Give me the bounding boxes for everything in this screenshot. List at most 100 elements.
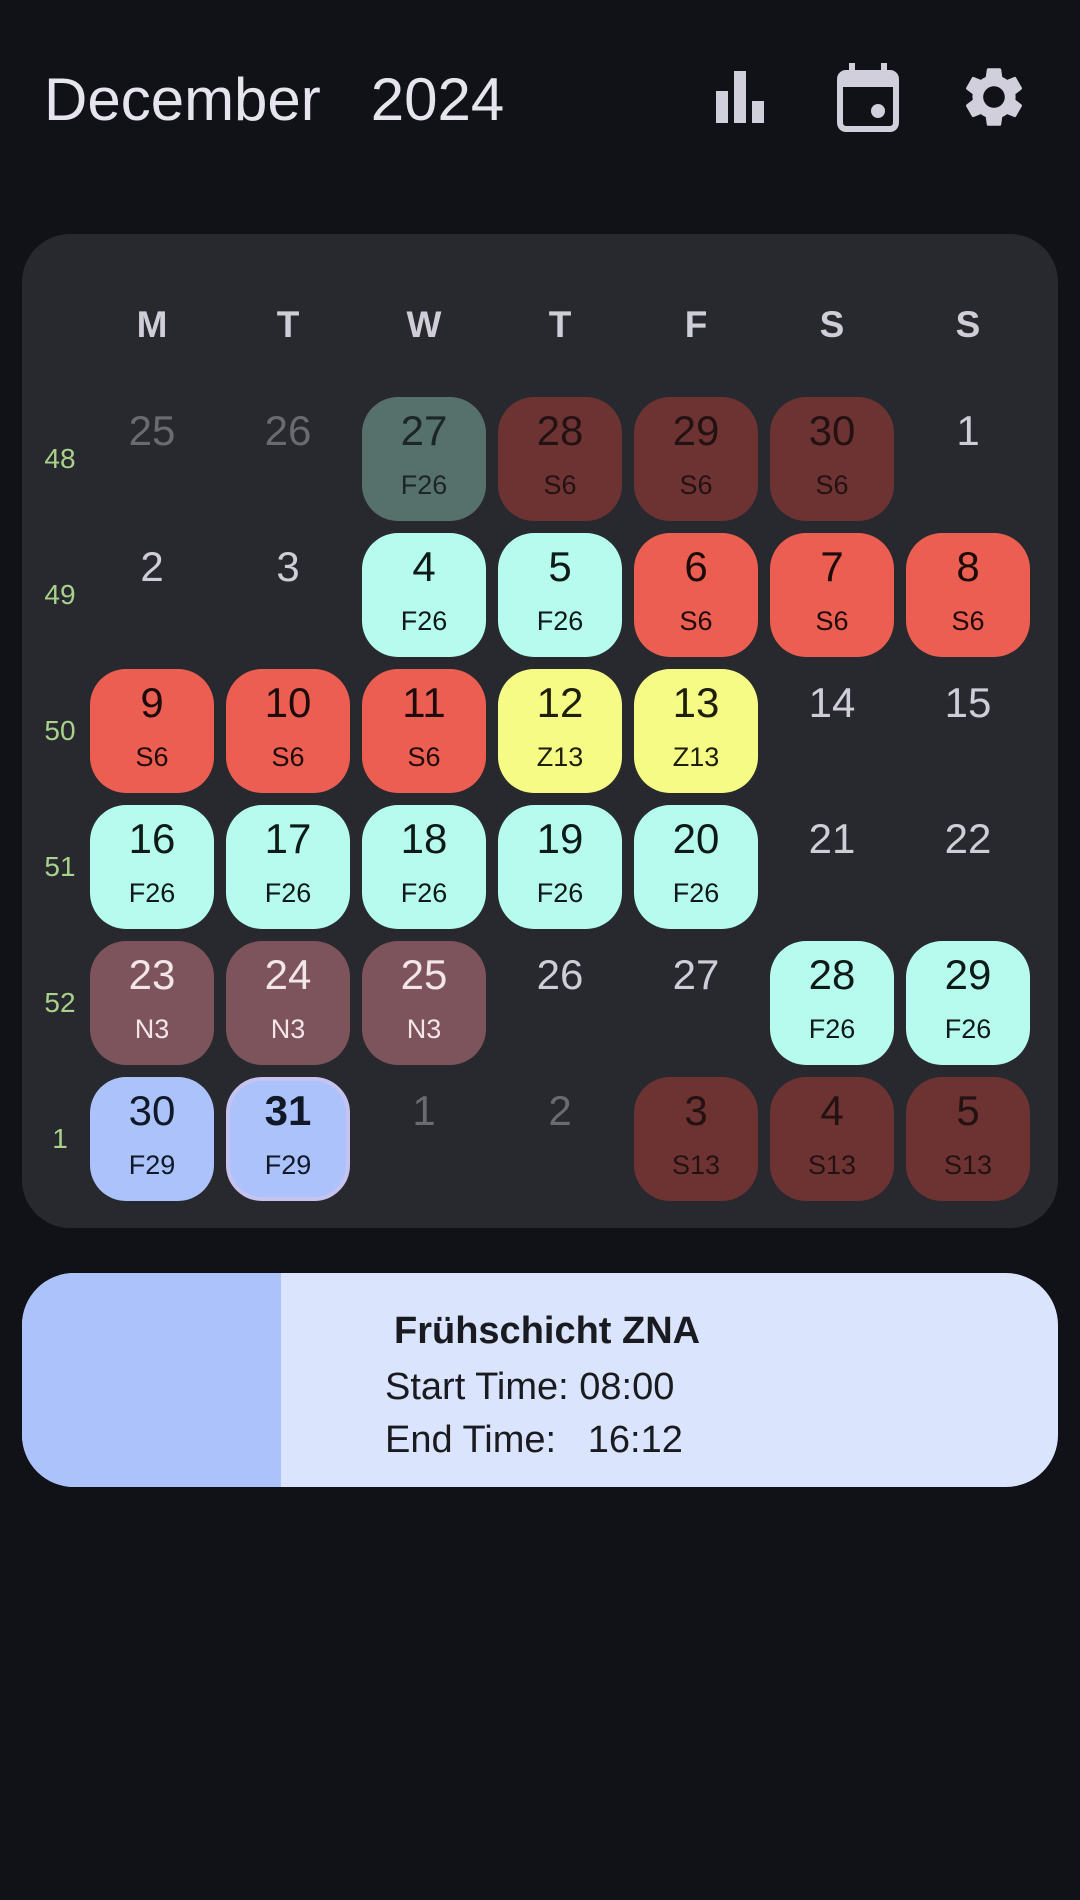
weekday-header: S <box>819 304 845 345</box>
day-number: 30 <box>808 407 856 454</box>
day-number: 28 <box>536 407 584 454</box>
shift-code: F29 <box>264 1150 312 1180</box>
calendar-day-cell[interactable]: 9 S6 <box>90 669 214 793</box>
calendar-day-cell[interactable]: 26 <box>498 941 622 1065</box>
calendar-day-cell[interactable]: 1 <box>906 397 1030 521</box>
weekday-header: T <box>276 304 300 345</box>
shift-code: S6 <box>543 470 577 500</box>
calendar-day-cell[interactable]: 11 S6 <box>362 669 486 793</box>
shift-code: Z13 <box>536 742 584 772</box>
calendar-day-cell[interactable]: 4 S13 <box>770 1077 894 1201</box>
shift-code: Z13 <box>672 742 720 772</box>
start-time-value: 08:00 <box>579 1366 675 1408</box>
weekday-header: T <box>548 304 572 345</box>
day-number: 20 <box>672 815 720 862</box>
calendar-day-cell[interactable]: 28 S6 <box>498 397 622 521</box>
day-number: 4 <box>412 543 436 590</box>
calendar-day-cell[interactable]: 19 F26 <box>498 805 622 929</box>
shift-code: F26 <box>400 606 448 636</box>
calendar-day-cell[interactable]: 7 S6 <box>770 533 894 657</box>
week-number: 50 <box>44 715 76 746</box>
calendar-day-cell[interactable]: 8 S6 <box>906 533 1030 657</box>
shift-color-swatch <box>22 1273 281 1487</box>
day-number: 17 <box>264 815 312 862</box>
month-label: December <box>44 66 321 133</box>
calendar-day-cell[interactable]: 17 F26 <box>226 805 350 929</box>
gear-icon[interactable] <box>958 58 1030 136</box>
calendar-day-cell[interactable]: 25 N3 <box>362 941 486 1065</box>
year-label: 2024 <box>370 66 505 133</box>
calendar-day-cell[interactable]: 25 <box>90 397 214 521</box>
shift-code: S6 <box>407 742 441 772</box>
week-number: 52 <box>44 987 76 1018</box>
calendar-day-cell[interactable]: 29 S6 <box>634 397 758 521</box>
shift-code: S6 <box>815 470 849 500</box>
week-number: 51 <box>44 851 76 882</box>
calendar-day-cell[interactable]: 18 F26 <box>362 805 486 929</box>
calendar-day-cell[interactable]: 13 Z13 <box>634 669 758 793</box>
calendar-day-cell[interactable]: 30 F29 <box>90 1077 214 1201</box>
start-time-label: Start Time: <box>385 1366 569 1408</box>
shift-code: N3 <box>406 1014 442 1044</box>
calendar-day-cell[interactable]: 3 <box>226 533 350 657</box>
calendar-day-cell[interactable]: 20 F26 <box>634 805 758 929</box>
shift-code: S13 <box>807 1150 857 1180</box>
day-number: 16 <box>128 815 176 862</box>
shift-start-time: Start Time: 08:00 <box>385 1363 674 1411</box>
day-number: 15 <box>944 679 992 726</box>
day-number: 3 <box>276 543 300 590</box>
shift-code: F26 <box>264 878 312 908</box>
calendar-icon[interactable] <box>832 58 904 136</box>
calendar-day-cell[interactable]: 5 F26 <box>498 533 622 657</box>
calendar-day-cell[interactable]: 12 Z13 <box>498 669 622 793</box>
week-number: 49 <box>44 579 76 610</box>
day-number: 14 <box>808 679 856 726</box>
day-number: 25 <box>128 407 176 454</box>
shift-detail-card[interactable]: Frühschicht ZNA Start Time: 08:00 End Ti… <box>22 1273 1058 1487</box>
calendar-day-cell[interactable]: 22 <box>906 805 1030 929</box>
calendar-day-cell[interactable]: 29 F26 <box>906 941 1030 1065</box>
calendar-day-cell[interactable]: 24 N3 <box>226 941 350 1065</box>
calendar-day-cell[interactable]: 6 S6 <box>634 533 758 657</box>
calendar-day-cell[interactable]: 21 <box>770 805 894 929</box>
shift-code: F26 <box>400 470 448 500</box>
day-number: 1 <box>956 407 980 454</box>
calendar-day-cell[interactable]: 15 <box>906 669 1030 793</box>
shift-code: F26 <box>536 878 584 908</box>
calendar-day-cell[interactable]: 3 S13 <box>634 1077 758 1201</box>
day-number: 4 <box>820 1087 844 1134</box>
day-number: 7 <box>820 543 844 590</box>
calendar-day-cell[interactable]: 10 S6 <box>226 669 350 793</box>
bar-chart-icon[interactable] <box>704 58 776 136</box>
shift-code: S13 <box>943 1150 993 1180</box>
calendar-day-cell[interactable]: 2 <box>498 1077 622 1201</box>
shift-code: S6 <box>679 470 713 500</box>
calendar-day-cell[interactable]: 14 <box>770 669 894 793</box>
calendar-day-cell[interactable]: 16 F26 <box>90 805 214 929</box>
day-number: 29 <box>672 407 720 454</box>
week-number: 48 <box>44 443 76 474</box>
weekday-header: S <box>955 304 981 345</box>
day-number: 11 <box>402 679 446 726</box>
shift-code: F26 <box>808 1014 856 1044</box>
calendar-day-cell[interactable]: 26 <box>226 397 350 521</box>
day-number: 26 <box>536 951 584 998</box>
month-year-title[interactable]: December 2024 <box>44 62 504 138</box>
calendar-day-cell[interactable]: 27 F26 <box>362 397 486 521</box>
shift-code: S6 <box>679 606 713 636</box>
shift-title: Frühschicht ZNA <box>394 1310 701 1352</box>
shift-code: F26 <box>128 878 176 908</box>
calendar-day-cell[interactable]: 2 <box>90 533 214 657</box>
day-number: 22 <box>944 815 992 862</box>
calendar-day-cell[interactable]: 23 N3 <box>90 941 214 1065</box>
calendar-day-cell[interactable]: 1 <box>362 1077 486 1201</box>
calendar-day-cell[interactable]: 28 F26 <box>770 941 894 1065</box>
day-number: 21 <box>808 815 856 862</box>
day-number: 31 <box>264 1087 312 1134</box>
calendar-day-cell[interactable]: 27 <box>634 941 758 1065</box>
calendar-day-cell[interactable]: 4 F26 <box>362 533 486 657</box>
shift-code: S6 <box>271 742 305 772</box>
calendar-day-cell[interactable]: 5 S13 <box>906 1077 1030 1201</box>
calendar-day-cell[interactable]: 31 F29 <box>226 1077 350 1201</box>
calendar-day-cell[interactable]: 30 S6 <box>770 397 894 521</box>
